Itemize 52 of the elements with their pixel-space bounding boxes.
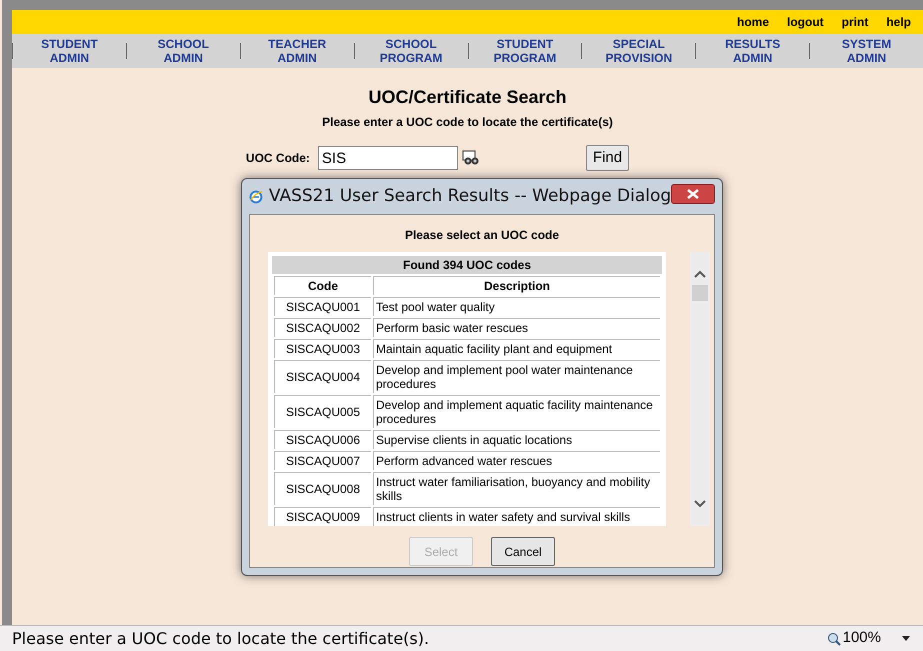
status-message: Please enter a UOC code to locate the certificate(s). <box>12 628 430 650</box>
scroll-down-icon[interactable] <box>694 500 706 508</box>
top-link[interactable]: help <box>886 13 911 31</box>
zoom-icon[interactable] <box>826 632 841 646</box>
column-header: Code <box>274 276 371 295</box>
top-link[interactable]: print <box>842 13 868 31</box>
nav-item[interactable]: STUDENT ADMIN <box>13 37 126 65</box>
browser-icon <box>249 188 263 206</box>
dialog-title: VASS21 User Search Results -- Webpage Dialog <box>268 184 672 208</box>
field-label: UOC Code: <box>246 150 310 167</box>
close-icon <box>687 188 700 198</box>
table-cell[interactable]: SISCAQU009 <box>274 507 371 526</box>
table-cell[interactable]: Develop and implement pool water maintenance procedures <box>373 360 660 393</box>
table-cell[interactable]: SISCAQU004 <box>274 360 371 393</box>
nav-item[interactable]: TEACHER ADMIN <box>240 37 354 65</box>
scroll-thumb[interactable] <box>692 285 708 301</box>
binoculars-icon[interactable] <box>462 150 480 166</box>
table-caption: Found 394 UOC codes <box>272 256 662 274</box>
table-cell[interactable]: Instruct water familiarisation, buoyancy and mobility skills <box>373 472 660 505</box>
table-cell[interactable]: SISCAQU002 <box>274 318 371 337</box>
table-cell[interactable]: SISCAQU006 <box>274 430 371 449</box>
table-cell[interactable]: Perform basic water rescues <box>373 318 660 337</box>
scroll-up-icon[interactable] <box>694 270 706 278</box>
uoc-code-field[interactable]: SIS <box>318 146 458 170</box>
table-cell[interactable]: Instruct clients in water safety and survival skills <box>373 507 660 526</box>
table-cell[interactable]: SISCAQU005 <box>274 395 371 428</box>
nav-item[interactable]: SYSTEM ADMIN <box>810 37 923 65</box>
table-cell[interactable]: Perform advanced water rescues <box>373 451 660 470</box>
table-cell[interactable]: Maintain aquatic facility plant and equipment <box>373 339 660 358</box>
nav-item[interactable]: STUDENT PROGRAM <box>468 37 582 65</box>
nav-item[interactable]: SCHOOL PROGRAM <box>354 37 468 65</box>
nav-item[interactable]: SPECIAL PROVISION <box>582 37 696 65</box>
table-cell[interactable]: SISCAQU007 <box>274 451 371 470</box>
top-link[interactable]: logout <box>787 13 824 31</box>
find-button[interactable]: Find <box>586 145 630 171</box>
page-title: UOC/Certificate Search <box>368 86 567 109</box>
table-cell[interactable]: SISCAQU008 <box>274 472 371 505</box>
close-button[interactable] <box>671 184 715 204</box>
dialog-prompt: Please select an UOC code <box>404 227 560 244</box>
table-cell[interactable]: SISCAQU001 <box>274 297 371 316</box>
table-cell[interactable]: SISCAQU003 <box>274 339 371 358</box>
dialog-button[interactable]: Cancel <box>491 537 555 566</box>
page-subtitle: Please enter a UOC code to locate the certificate(s) <box>322 114 613 131</box>
table-cell[interactable]: Supervise clients in aquatic locations <box>373 430 660 449</box>
dropdown-caret-icon[interactable] <box>901 636 911 642</box>
nav-item[interactable]: RESULTS ADMIN <box>696 37 810 65</box>
zoom-level[interactable]: 100% <box>842 627 881 650</box>
column-header: Description <box>373 276 660 295</box>
table-cell[interactable]: Test pool water quality <box>373 297 660 316</box>
table-cell[interactable]: Develop and implement aquatic facility maintenance procedures <box>373 395 660 428</box>
top-link[interactable]: home <box>736 13 769 31</box>
nav-item[interactable]: SCHOOL ADMIN <box>126 37 240 65</box>
